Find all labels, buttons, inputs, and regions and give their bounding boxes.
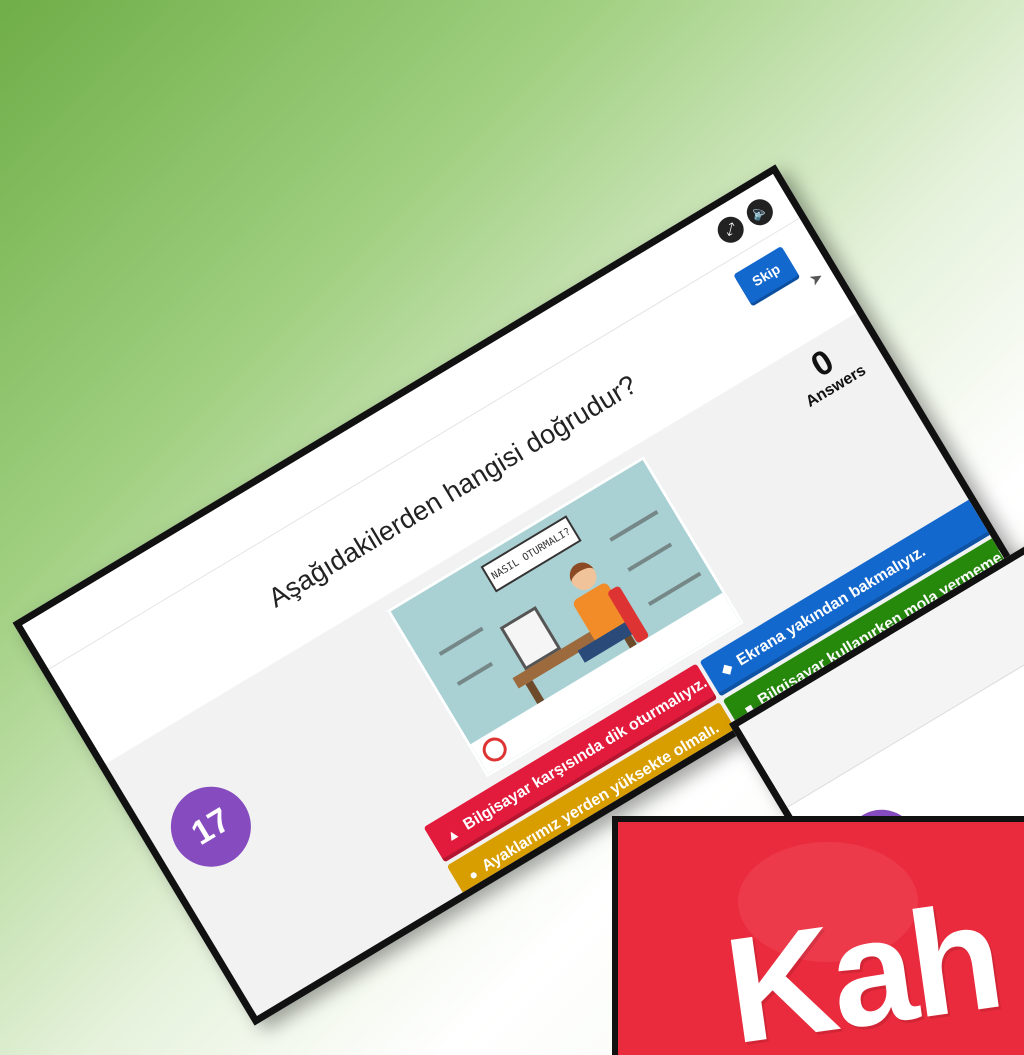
fullscreen-icon[interactable]: ⤢ — [712, 211, 749, 248]
kahoot-logo-card: Kah — [612, 816, 1024, 1055]
kahoot-logo-text: Kah — [716, 871, 1009, 1055]
annotation-line — [609, 510, 659, 542]
volume-icon[interactable]: 🔈 — [741, 194, 778, 231]
annotation-line — [438, 626, 484, 656]
timer-countdown: 17 — [156, 771, 266, 882]
clock-icon — [478, 733, 512, 766]
diamond-icon: ◆ — [717, 658, 736, 679]
annotation-line — [647, 571, 702, 607]
triangle-icon: ▲ — [442, 823, 463, 845]
annotation-line — [456, 661, 494, 686]
circle-icon: ● — [465, 864, 481, 884]
annotation-line — [627, 542, 673, 572]
